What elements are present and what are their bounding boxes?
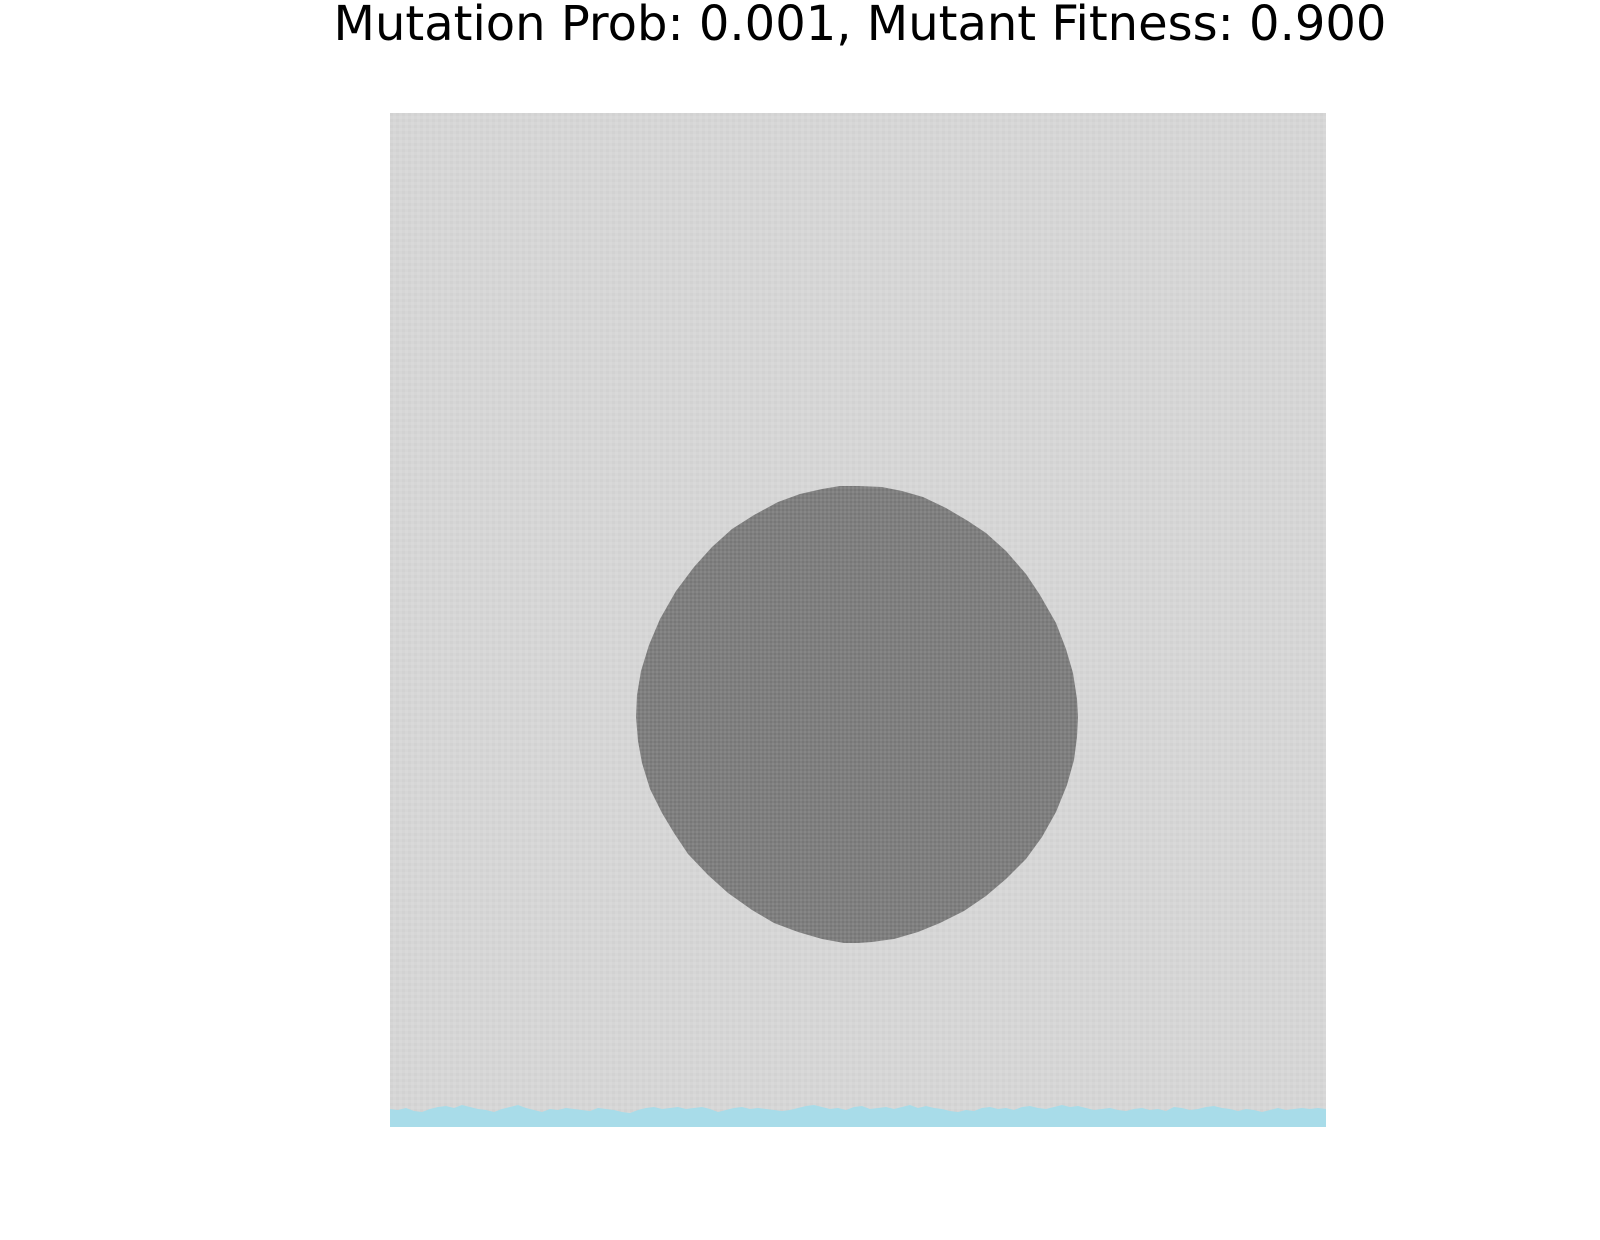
lattice-svg (390, 113, 1326, 1127)
figure-title: Mutation Prob: 0.001, Mutant Fitness: 0.… (333, 0, 1387, 52)
lattice-panel (390, 113, 1326, 1127)
